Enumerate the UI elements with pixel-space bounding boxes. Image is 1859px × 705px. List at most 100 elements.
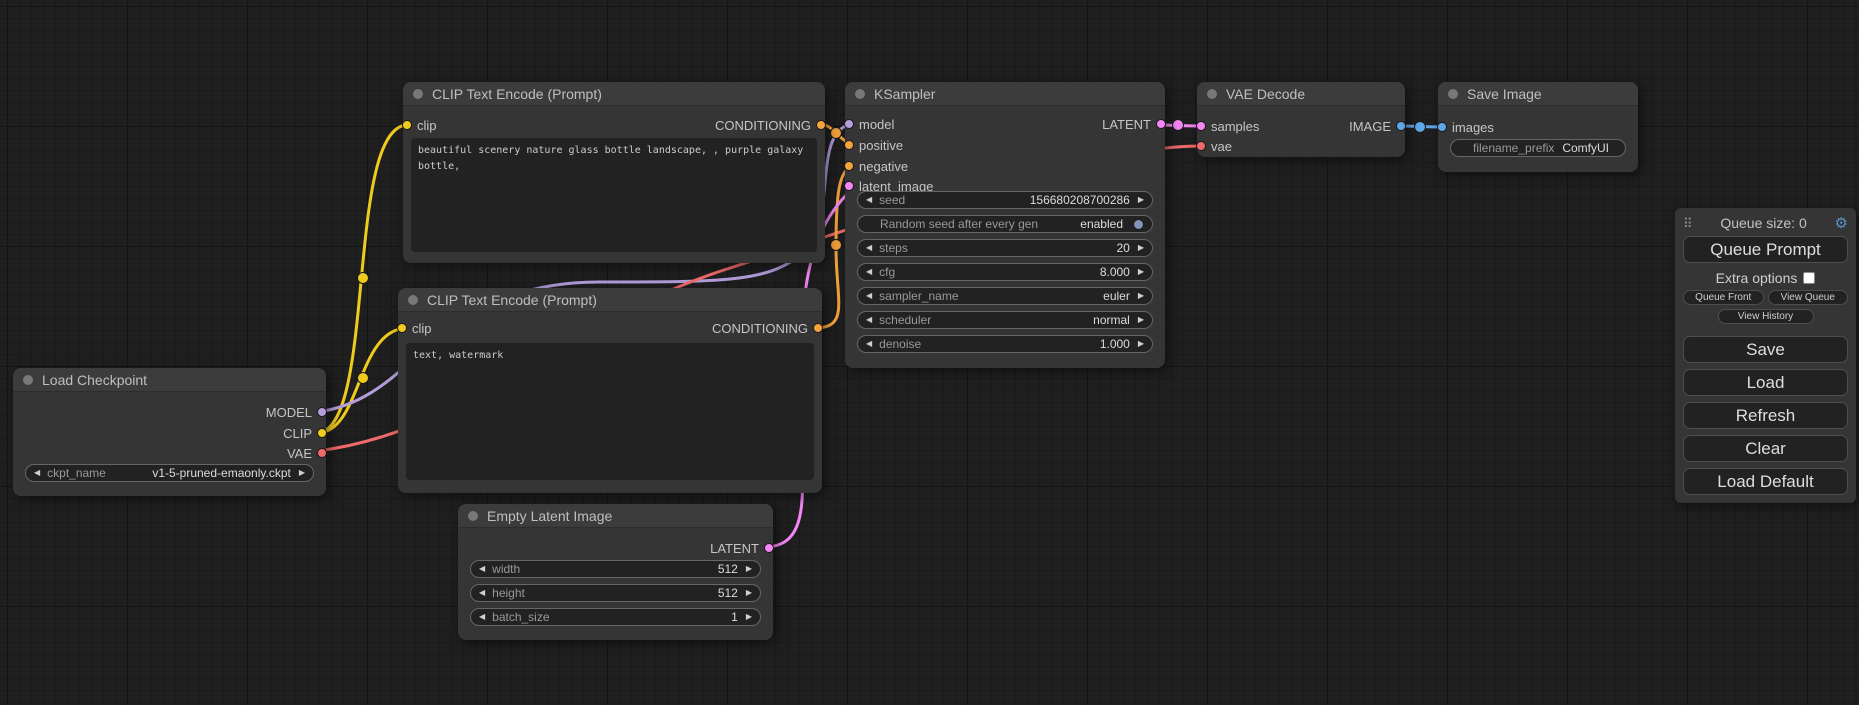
steps-widget[interactable]: ◀ steps 20 ▶ — [857, 239, 1153, 257]
input-slot-images[interactable]: images — [1438, 117, 1494, 137]
prev-arrow-icon[interactable]: ◀ — [866, 196, 872, 204]
extra-options-checkbox[interactable] — [1803, 272, 1815, 284]
node-clip-text-encode-positive[interactable]: CLIP Text Encode (Prompt) clip CONDITION… — [403, 82, 825, 263]
output-slot-image[interactable]: IMAGE — [1349, 116, 1405, 136]
view-queue-button[interactable]: View Queue — [1768, 290, 1849, 305]
clear-button[interactable]: Clear — [1683, 435, 1848, 462]
next-arrow-icon[interactable]: ▶ — [746, 613, 752, 621]
vae-port-icon[interactable] — [1196, 141, 1206, 151]
node-save-image[interactable]: Save Image images filename_prefix ComfyU… — [1438, 82, 1638, 172]
collapse-dot-icon[interactable] — [413, 89, 423, 99]
node-title-bar[interactable]: CLIP Text Encode (Prompt) — [398, 288, 822, 312]
prev-arrow-icon[interactable]: ◀ — [34, 469, 40, 477]
next-arrow-icon[interactable]: ▶ — [1138, 340, 1144, 348]
conditioning-port-icon[interactable] — [813, 323, 823, 333]
sampler-name-widget[interactable]: ◀ sampler_name euler ▶ — [857, 287, 1153, 305]
next-arrow-icon[interactable]: ▶ — [1138, 316, 1144, 324]
node-title-bar[interactable]: CLIP Text Encode (Prompt) — [403, 82, 825, 106]
next-arrow-icon[interactable]: ▶ — [746, 565, 752, 573]
view-history-button[interactable]: View History — [1718, 309, 1814, 324]
node-empty-latent-image[interactable]: Empty Latent Image LATENT ◀ width 512 ▶ … — [458, 504, 773, 640]
save-button[interactable]: Save — [1683, 336, 1848, 363]
node-title-bar[interactable]: Load Checkpoint — [13, 368, 326, 392]
collapse-dot-icon[interactable] — [408, 295, 418, 305]
prev-arrow-icon[interactable]: ◀ — [479, 613, 485, 621]
load-button[interactable]: Load — [1683, 369, 1848, 396]
node-clip-text-encode-negative[interactable]: CLIP Text Encode (Prompt) clip CONDITION… — [398, 288, 822, 493]
prev-arrow-icon[interactable]: ◀ — [479, 589, 485, 597]
next-arrow-icon[interactable]: ▶ — [746, 589, 752, 597]
prompt-text-input[interactable]: text, watermark — [406, 343, 814, 480]
seed-widget[interactable]: ◀ seed 156680208700286 ▶ — [857, 191, 1153, 209]
image-port-icon[interactable] — [1396, 121, 1406, 131]
next-arrow-icon[interactable]: ▶ — [299, 469, 305, 477]
queue-prompt-button[interactable]: Queue Prompt — [1683, 236, 1848, 263]
prev-arrow-icon[interactable]: ◀ — [479, 565, 485, 573]
input-slot-positive[interactable]: positive — [845, 135, 903, 155]
output-slot-clip[interactable]: CLIP — [283, 423, 326, 443]
next-arrow-icon[interactable]: ▶ — [1138, 244, 1144, 252]
node-title-bar[interactable]: Save Image — [1438, 82, 1638, 106]
collapse-dot-icon[interactable] — [855, 89, 865, 99]
input-slot-clip[interactable]: clip — [403, 115, 437, 135]
prev-arrow-icon[interactable]: ◀ — [866, 340, 872, 348]
clip-port-icon[interactable] — [397, 323, 407, 333]
next-arrow-icon[interactable]: ▶ — [1138, 196, 1144, 204]
output-slot-latent[interactable]: LATENT — [710, 538, 773, 558]
load-default-button[interactable]: Load Default — [1683, 468, 1848, 495]
latent-port-icon[interactable] — [1156, 119, 1166, 129]
conditioning-port-icon[interactable] — [816, 120, 826, 130]
input-slot-negative[interactable]: negative — [845, 156, 908, 176]
latent-port-icon[interactable] — [764, 543, 774, 553]
queue-front-button[interactable]: Queue Front — [1683, 290, 1764, 305]
output-slot-conditioning[interactable]: CONDITIONING — [715, 115, 825, 135]
prev-arrow-icon[interactable]: ◀ — [866, 316, 872, 324]
collapse-dot-icon[interactable] — [468, 511, 478, 521]
model-port-icon[interactable] — [317, 407, 327, 417]
node-load-checkpoint[interactable]: Load Checkpoint MODEL CLIP VAE ◀ ckpt_na… — [13, 368, 326, 496]
node-vae-decode[interactable]: VAE Decode samples vae IMAGE — [1197, 82, 1405, 157]
prev-arrow-icon[interactable]: ◀ — [866, 292, 872, 300]
vae-port-icon[interactable] — [317, 448, 327, 458]
next-arrow-icon[interactable]: ▶ — [1138, 292, 1144, 300]
ckpt-name-widget[interactable]: ◀ ckpt_name v1-5-pruned-emaonly.ckpt ▶ — [25, 464, 314, 482]
node-ksampler[interactable]: KSampler model positive negative latent_… — [845, 82, 1165, 368]
output-slot-conditioning[interactable]: CONDITIONING — [712, 318, 822, 338]
input-slot-clip[interactable]: clip — [398, 318, 432, 338]
batch-size-widget[interactable]: ◀ batch_size 1 ▶ — [470, 608, 761, 626]
input-slot-vae[interactable]: vae — [1197, 136, 1232, 156]
cfg-widget[interactable]: ◀ cfg 8.000 ▶ — [857, 263, 1153, 281]
prev-arrow-icon[interactable]: ◀ — [866, 244, 872, 252]
output-slot-model[interactable]: MODEL — [266, 402, 326, 422]
input-slot-model[interactable]: model — [845, 114, 894, 134]
refresh-button[interactable]: Refresh — [1683, 402, 1848, 429]
input-slot-samples[interactable]: samples — [1197, 116, 1259, 136]
scheduler-widget[interactable]: ◀ scheduler normal ▶ — [857, 311, 1153, 329]
drag-handle-icon[interactable]: ⠿ — [1683, 217, 1693, 230]
width-widget[interactable]: ◀ width 512 ▶ — [470, 560, 761, 578]
image-port-icon[interactable] — [1437, 122, 1447, 132]
output-slot-vae[interactable]: VAE — [287, 443, 326, 463]
node-graph-canvas[interactable]: Load Checkpoint MODEL CLIP VAE ◀ ckpt_na… — [0, 0, 1859, 705]
clip-port-icon[interactable] — [317, 428, 327, 438]
clip-port-icon[interactable] — [402, 120, 412, 130]
collapse-dot-icon[interactable] — [23, 375, 33, 385]
height-widget[interactable]: ◀ height 512 ▶ — [470, 584, 761, 602]
node-title-bar[interactable]: KSampler — [845, 82, 1165, 106]
latent-port-icon[interactable] — [844, 181, 854, 191]
prev-arrow-icon[interactable]: ◀ — [866, 268, 872, 276]
conditioning-port-icon[interactable] — [844, 161, 854, 171]
collapse-dot-icon[interactable] — [1448, 89, 1458, 99]
output-slot-latent[interactable]: LATENT — [1102, 114, 1165, 134]
node-title-bar[interactable]: Empty Latent Image — [458, 504, 773, 528]
denoise-widget[interactable]: ◀ denoise 1.000 ▶ — [857, 335, 1153, 353]
toggle-enabled-icon[interactable] — [1133, 219, 1144, 230]
model-port-icon[interactable] — [844, 119, 854, 129]
collapse-dot-icon[interactable] — [1207, 89, 1217, 99]
next-arrow-icon[interactable]: ▶ — [1138, 268, 1144, 276]
prompt-text-input[interactable]: beautiful scenery nature glass bottle la… — [411, 138, 817, 252]
conditioning-port-icon[interactable] — [844, 140, 854, 150]
settings-gear-icon[interactable]: ⚙ — [1835, 216, 1848, 231]
random-seed-toggle-widget[interactable]: Random seed after every gen enabled — [857, 215, 1153, 233]
filename-prefix-widget[interactable]: filename_prefix ComfyUI — [1450, 139, 1626, 157]
